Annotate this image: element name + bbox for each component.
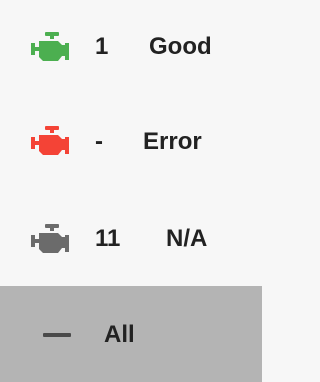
status-label: All (104, 321, 135, 348)
status-count: 1 (95, 33, 109, 60)
engine-icon (31, 32, 71, 62)
status-label: Good (149, 33, 212, 60)
status-row-error[interactable]: - Error (0, 96, 262, 192)
status-label: Error (143, 128, 202, 155)
status-row-all[interactable]: All (0, 286, 262, 382)
status-count: 11 (95, 225, 121, 252)
status-label: N/A (166, 225, 208, 252)
dash-icon (43, 333, 71, 337)
status-row-good[interactable]: 1 Good (0, 0, 262, 96)
engine-icon (31, 126, 71, 156)
status-row-na[interactable]: 11 N/A (0, 192, 262, 288)
engine-status-filter-list: 1 Good - Error 11 N/A All (0, 0, 262, 382)
status-count: - (95, 128, 103, 155)
engine-icon (31, 224, 71, 254)
